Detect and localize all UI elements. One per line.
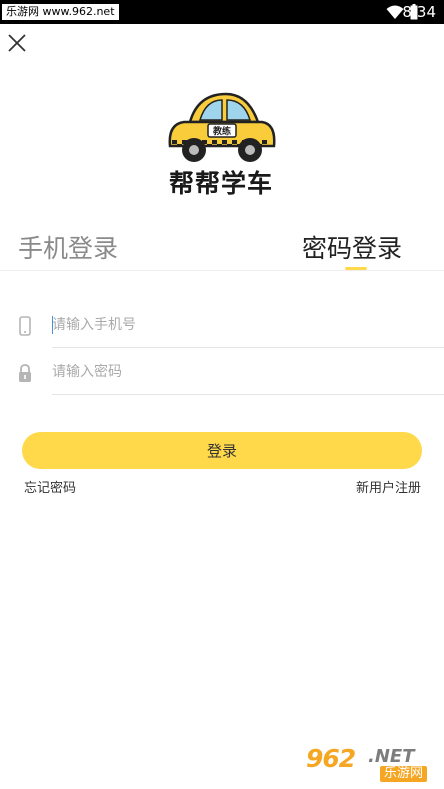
car-sign-text: 教练 bbox=[212, 125, 231, 137]
forgot-password-link[interactable]: 忘记密码 bbox=[24, 480, 76, 498]
tab-phone-login[interactable]: 手机登录 bbox=[18, 232, 118, 266]
taxi-car-icon: 教练 bbox=[168, 92, 276, 162]
phone-field-row bbox=[0, 302, 444, 348]
status-bar: 乐游网 www.962.net 8:34 bbox=[0, 0, 444, 24]
smartphone-icon bbox=[19, 316, 31, 336]
app-title: 帮帮学车 bbox=[168, 169, 273, 198]
text-caret bbox=[52, 316, 53, 334]
login-button[interactable]: 登录 bbox=[22, 432, 422, 469]
wifi-icon bbox=[386, 5, 404, 19]
tab-divider bbox=[0, 270, 444, 271]
watermark-domain: .NET bbox=[368, 746, 415, 767]
close-icon[interactable] bbox=[6, 32, 28, 54]
watermark-name: 乐游网 bbox=[380, 766, 428, 782]
password-input[interactable] bbox=[52, 357, 422, 387]
password-field-row bbox=[0, 349, 444, 395]
status-time: 8:34 bbox=[402, 3, 436, 21]
lock-icon bbox=[19, 364, 31, 382]
app-logo: 教练 帮帮学车 bbox=[160, 88, 282, 198]
phone-field-underline bbox=[52, 347, 444, 348]
phone-input[interactable] bbox=[52, 310, 422, 340]
watermark-logo: 962 .NET 乐游网 bbox=[304, 744, 438, 784]
register-link[interactable]: 新用户注册 bbox=[356, 480, 421, 498]
password-field-underline bbox=[52, 394, 444, 395]
watermark-number: 962 bbox=[306, 744, 356, 773]
status-source-label: 乐游网 www.962.net bbox=[2, 4, 119, 20]
tab-password-login[interactable]: 密码登录 bbox=[302, 232, 402, 266]
